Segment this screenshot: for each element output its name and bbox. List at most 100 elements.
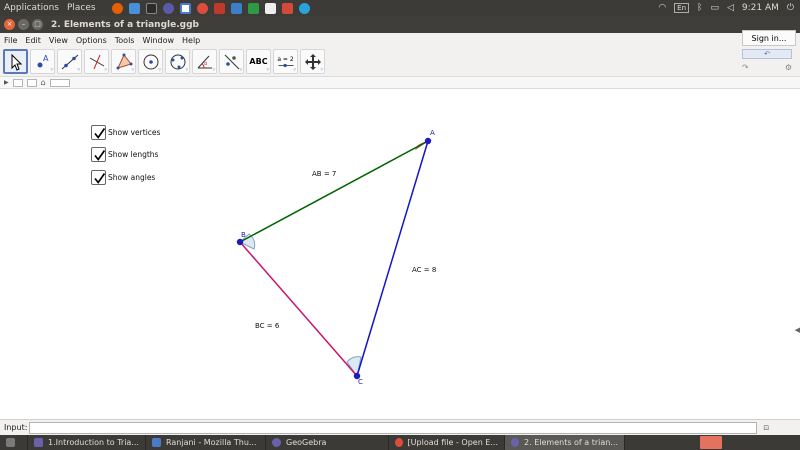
impress-icon[interactable] [281, 2, 293, 14]
toggle-style-bar-icon[interactable]: ▶ [4, 79, 9, 86]
polygon-tool[interactable]: ▿ [111, 49, 136, 74]
menu-options[interactable]: Options [72, 36, 111, 45]
slider-tool[interactable]: a = 2 ▿ [273, 49, 298, 74]
places-menu[interactable]: Places [63, 3, 100, 13]
thunderbird-icon [152, 438, 161, 447]
vertex-a-point[interactable] [424, 137, 432, 145]
writer-icon[interactable] [230, 2, 242, 14]
svg-text:α: α [204, 61, 208, 67]
taskbar-item-elements-triangle[interactable]: 2. Elements of a trian... [505, 435, 625, 450]
applications-menu[interactable]: Applications [0, 3, 63, 13]
input-help-icon[interactable]: ⊡ [763, 424, 769, 432]
circle-three-points-tool[interactable]: ▿ [165, 49, 190, 74]
menu-file[interactable]: File [0, 36, 21, 45]
wifi-icon[interactable]: ◠ [658, 3, 666, 13]
input-field[interactable] [29, 421, 758, 434]
clock[interactable]: 9:21 AM [742, 3, 779, 13]
trash-icon[interactable] [700, 436, 722, 449]
vertex-c-label: C [358, 378, 363, 386]
geogebra-icon[interactable] [162, 2, 174, 14]
bluetooth-icon[interactable]: ᛒ [697, 3, 702, 13]
line-tool[interactable]: ▿ [57, 49, 82, 74]
taskbar-item-label: 2. Elements of a trian... [524, 438, 618, 447]
power-icon[interactable]: ⏻ [787, 3, 794, 13]
maximize-window-button[interactable]: □ [32, 19, 43, 30]
text-tool[interactable]: ABC ▿ [246, 49, 271, 74]
slider-icon [278, 63, 293, 67]
window-title: 2. Elements of a triangle.ggb [51, 19, 199, 30]
menu-view[interactable]: View [45, 36, 72, 45]
document-icon[interactable] [264, 2, 276, 14]
home-icon[interactable]: ⌂ [41, 78, 46, 87]
vertex-a-label: A [430, 129, 435, 137]
move-tool[interactable] [3, 49, 28, 74]
sign-in-button[interactable]: Sign in... [742, 30, 796, 46]
vertex-b-label: B [241, 231, 246, 239]
circle-center-tool[interactable]: ▿ [138, 49, 163, 74]
menu-help[interactable]: Help [178, 36, 204, 45]
perpendicular-line-tool[interactable]: ▿ [84, 49, 109, 74]
calc-icon[interactable] [247, 2, 259, 14]
graphics-style-bar: ▶ ⌂ [0, 77, 800, 89]
expand-panel-arrow-icon[interactable]: ◀ [795, 326, 800, 334]
taskbar-item-label: [Upload file - Open E... [407, 438, 498, 447]
input-bar: Input: ⊡ [0, 419, 800, 435]
menu-window[interactable]: Window [138, 36, 178, 45]
reflect-tool[interactable]: ▿ [219, 49, 244, 74]
presentation-icon[interactable] [213, 2, 225, 14]
side-ab-segment[interactable] [239, 140, 429, 243]
chrome-icon[interactable] [196, 2, 208, 14]
side-bc-segment[interactable] [239, 241, 358, 377]
battery-icon[interactable]: ▭ [710, 3, 719, 13]
tool-menu-indicator: ▿ [104, 67, 107, 73]
launcher-icons [111, 2, 310, 14]
undo-button[interactable]: ↶ [742, 49, 792, 59]
desktop-screen: Applications Places ◠ En ᛒ ▭ ◁ 9:21 AM ⏻ [0, 0, 800, 450]
side-ac-segment[interactable] [356, 140, 429, 377]
files-icon[interactable] [128, 2, 140, 14]
show-grid-icon[interactable] [26, 78, 37, 87]
desktop-icon [6, 438, 15, 447]
volume-icon[interactable]: ◁ [727, 3, 734, 13]
terminal-icon[interactable] [145, 2, 157, 14]
menu-tools[interactable]: Tools [111, 36, 139, 45]
system-tray: ◠ En ᛒ ▭ ◁ 9:21 AM ⏻ [658, 0, 794, 16]
point-tool[interactable]: A ▿ [30, 49, 55, 74]
taskbar-item-thunderbird[interactable]: Ranjani - Mozilla Thu... [146, 435, 266, 450]
taskbar-item-intro-triangle[interactable]: 1.Introduction to Tria... [28, 435, 146, 450]
angle-tool[interactable]: α ▿ [192, 49, 217, 74]
tool-menu-indicator: ▿ [50, 67, 53, 73]
telegram-icon[interactable] [298, 2, 310, 14]
taskbar-item-label: Ranjani - Mozilla Thu... [166, 438, 257, 447]
app-menu-bar: File Edit View Options Tools Window Help [0, 33, 800, 47]
redo-row: ↷ ⚙ [742, 63, 792, 72]
show-axes-icon[interactable] [12, 78, 23, 87]
vertex-b-point[interactable] [236, 238, 244, 246]
point-capturing-dropdown[interactable] [49, 78, 70, 87]
redo-icon[interactable]: ↷ [742, 63, 749, 72]
svg-text:A: A [43, 54, 49, 63]
tool-menu-indicator: ▿ [212, 67, 215, 73]
triangle-construction: A B C AB = 7 AC = 8 BC = 6 [236, 129, 436, 386]
tool-menu-indicator: ▿ [131, 67, 134, 73]
taskbar-item-upload-file[interactable]: [Upload file - Open E... [389, 435, 505, 450]
text-editor-icon[interactable] [179, 2, 191, 14]
system-top-panel: Applications Places ◠ En ᛒ ▭ ◁ 9:21 AM ⏻ [0, 0, 800, 16]
settings-gear-icon[interactable]: ⚙ [785, 63, 792, 72]
minimize-window-button[interactable]: – [18, 19, 29, 30]
move-graphics-view-tool[interactable]: ▿ [300, 49, 325, 74]
language-indicator[interactable]: En [674, 3, 690, 13]
menu-edit[interactable]: Edit [21, 36, 45, 45]
close-window-button[interactable]: × [4, 19, 15, 30]
firefox-icon[interactable] [111, 2, 123, 14]
input-label: Input: [4, 423, 28, 432]
text-tool-label: ABC [249, 57, 268, 66]
graphics-view[interactable]: Show vertices Show lengths Show angles A… [0, 90, 800, 418]
taskbar: 1.Introduction to Tria... Ranjani - Mozi… [0, 435, 800, 450]
tool-menu-indicator: ▿ [239, 67, 242, 73]
show-desktop-button[interactable] [0, 435, 28, 450]
geogebra-window-icon [511, 438, 520, 447]
geogebra-toolbar: A ▿ ▿ ▿ ▿ ▿ ▿ α ▿ ▿ ABC ▿ a = 2 ▿ ▿ [0, 47, 800, 77]
tool-menu-indicator: ▿ [77, 67, 80, 73]
taskbar-item-geogebra[interactable]: GeoGebra [266, 435, 389, 450]
